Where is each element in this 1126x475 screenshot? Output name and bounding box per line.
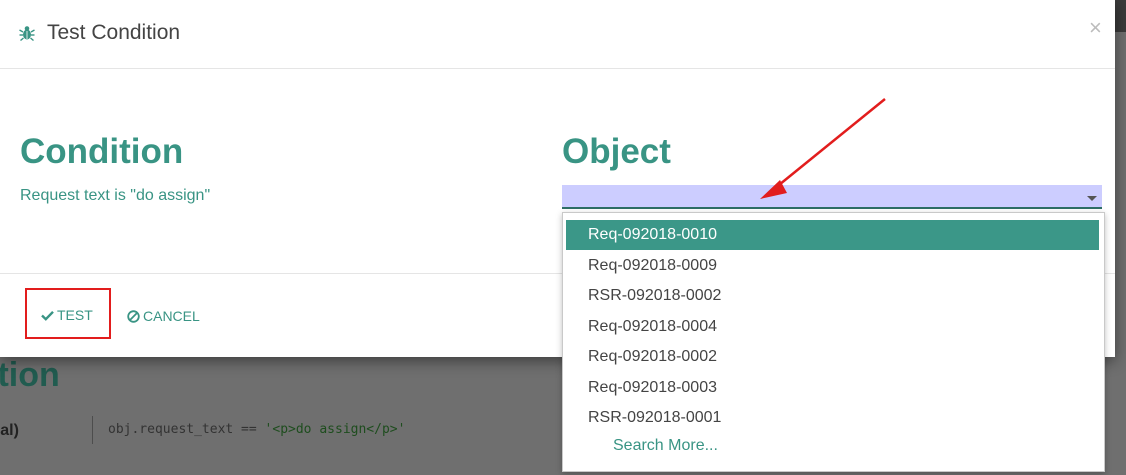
object-heading: Object xyxy=(562,132,671,171)
condition-heading: Condition xyxy=(20,132,184,171)
cancel-button-label: CANCEL xyxy=(143,308,200,324)
cancel-button[interactable]: CANCEL xyxy=(127,308,200,324)
dropdown-option[interactable]: Req-092018-0002 xyxy=(566,342,1099,372)
check-icon xyxy=(41,310,54,321)
dropdown-option[interactable]: Req-092018-0004 xyxy=(566,312,1099,342)
dropdown-option[interactable]: RSR-092018-0002 xyxy=(566,281,1099,311)
modal-header: Test Condition × xyxy=(0,0,1115,69)
dropdown-option[interactable]: Req-092018-0003 xyxy=(566,373,1099,403)
bug-icon xyxy=(19,26,35,42)
background-top-strip xyxy=(1115,0,1126,32)
background-field-label: ral) xyxy=(0,422,19,439)
dropdown-option[interactable]: RSR-092018-0001 xyxy=(566,403,1099,433)
close-button[interactable]: × xyxy=(1089,15,1102,41)
test-button[interactable]: TEST xyxy=(25,288,111,339)
caret-down-icon xyxy=(1087,196,1097,201)
ban-icon xyxy=(127,309,140,323)
dropdown-option[interactable]: Req-092018-0010 xyxy=(566,220,1099,250)
background-divider xyxy=(92,416,93,444)
code-string: '<p>do assign</p>' xyxy=(264,422,406,437)
search-more-link[interactable]: Search More... xyxy=(613,437,718,455)
dropdown-option[interactable]: Req-092018-0009 xyxy=(566,251,1099,281)
test-button-label: TEST xyxy=(57,307,93,323)
test-button-content: TEST xyxy=(41,307,93,323)
modal-title: Test Condition xyxy=(47,21,181,44)
object-select[interactable] xyxy=(562,185,1102,209)
condition-text: Request text is "do assign" xyxy=(20,187,211,204)
background-code: obj.request_text == '<p>do assign</p>' xyxy=(108,422,405,437)
object-dropdown: Req-092018-0010 Req-092018-0009 RSR-0920… xyxy=(562,212,1105,472)
code-expression: obj.request_text == xyxy=(108,422,265,437)
background-heading: ition xyxy=(0,356,60,394)
